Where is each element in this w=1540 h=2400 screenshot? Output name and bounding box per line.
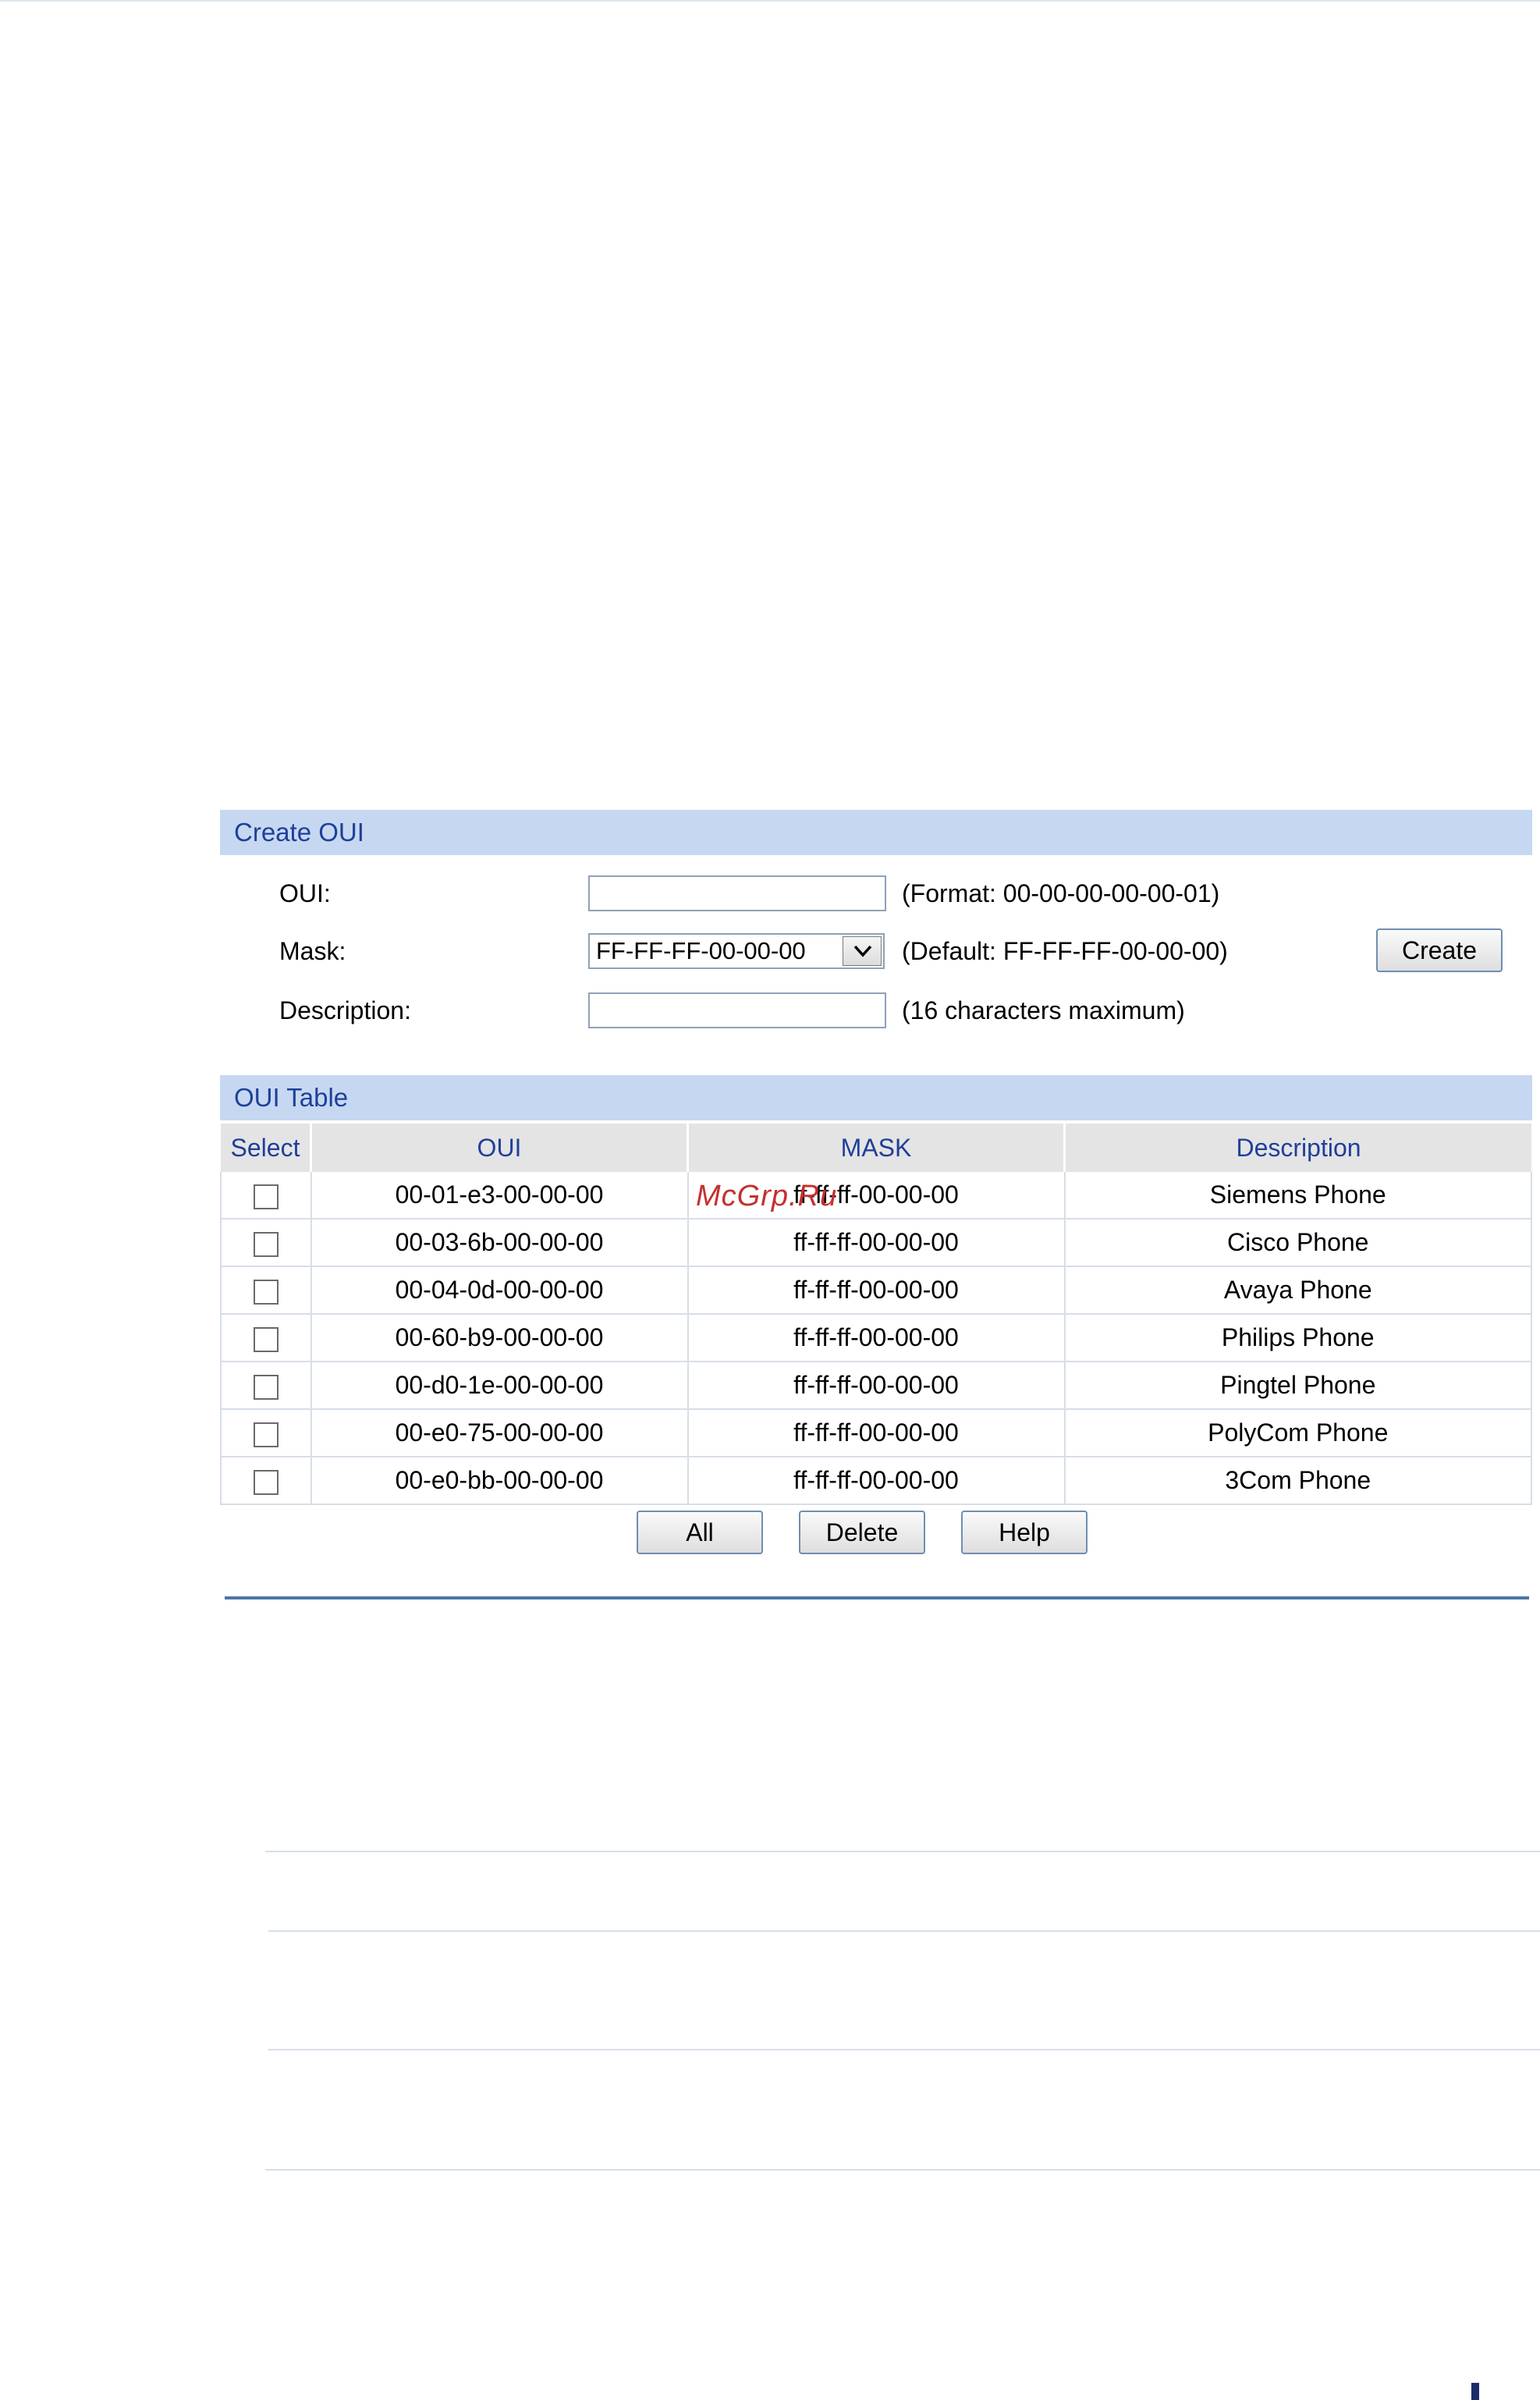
help-button[interactable]: Help — [961, 1511, 1088, 1554]
oui-cell: 00-e0-bb-00-00-00 — [310, 1457, 688, 1505]
description-cell: Siemens Phone — [1063, 1172, 1532, 1220]
checkbox-icon[interactable] — [253, 1279, 279, 1305]
oui-format-hint: (Format: 00-00-00-00-00-01) — [902, 879, 1220, 907]
table-header-row: Select OUI MASK Description — [221, 1124, 1531, 1172]
create-button[interactable]: Create — [1376, 928, 1503, 972]
checkbox-icon[interactable] — [253, 1374, 279, 1400]
mask-default-hint: (Default: FF-FF-FF-00-00-00) — [902, 937, 1228, 965]
document-rule — [268, 2049, 1540, 2050]
description-length-hint: (16 characters maximum) — [902, 996, 1185, 1024]
description-cell: PolyCom Phone — [1063, 1409, 1532, 1457]
mask-cell: ff-ff-ff-00-00-00 — [687, 1362, 1065, 1410]
watermark-text: McGrp.Ru — [696, 1180, 838, 1212]
page-corner-mark — [1471, 2383, 1479, 2400]
select-cell — [220, 1172, 311, 1220]
mask-cell: ff-ff-ff-00-00-00 — [687, 1457, 1065, 1505]
oui-table: Select OUI MASK Description 00-01-e3-00-… — [220, 1124, 1532, 1505]
mask-cell: ff-ff-ff-00-00-00 — [687, 1314, 1065, 1362]
select-cell — [220, 1266, 311, 1315]
column-header-description: Description — [1063, 1124, 1531, 1172]
table-row: 00-e0-bb-00-00-00 ff-ff-ff-00-00-00 3Com… — [220, 1457, 1532, 1505]
section-divider — [225, 1596, 1529, 1599]
table-row: 00-04-0d-00-00-00 ff-ff-ff-00-00-00 Avay… — [220, 1266, 1532, 1315]
oui-cell: 00-d0-1e-00-00-00 — [310, 1362, 688, 1410]
mask-select[interactable]: FF-FF-FF-00-00-00 — [588, 933, 885, 969]
mask-dropdown-button[interactable] — [843, 936, 882, 966]
oui-cell: 00-e0-75-00-00-00 — [310, 1409, 688, 1457]
checkbox-icon[interactable] — [253, 1184, 279, 1209]
description-cell: Avaya Phone — [1063, 1266, 1532, 1315]
column-header-select: Select — [221, 1124, 311, 1172]
description-cell: 3Com Phone — [1063, 1457, 1532, 1505]
table-row: 00-03-6b-00-00-00 ff-ff-ff-00-00-00 Cisc… — [220, 1219, 1532, 1267]
oui-label: OUI: — [279, 879, 331, 907]
oui-cell: 00-60-b9-00-00-00 — [310, 1314, 688, 1362]
select-all-button[interactable]: All — [637, 1511, 763, 1554]
table-row: 00-e0-75-00-00-00 ff-ff-ff-00-00-00 Poly… — [220, 1409, 1532, 1457]
mask-cell: ff-ff-ff-00-00-00 — [687, 1409, 1065, 1457]
checkbox-icon[interactable] — [253, 1326, 279, 1352]
description-input[interactable] — [588, 992, 886, 1028]
oui-table-title: OUI Table — [234, 1083, 349, 1112]
oui-input[interactable] — [588, 875, 886, 911]
mask-label: Mask: — [279, 937, 346, 965]
mask-cell: ff-ff-ff-00-00-00 — [687, 1266, 1065, 1315]
column-header-mask: MASK — [687, 1124, 1065, 1172]
description-label: Description: — [279, 996, 411, 1024]
oui-cell: 00-01-e3-00-00-00 — [310, 1172, 688, 1220]
oui-cell: 00-04-0d-00-00-00 — [310, 1266, 688, 1315]
top-rule — [0, 0, 1540, 2]
description-cell: Cisco Phone — [1063, 1219, 1532, 1267]
document-rule — [265, 2169, 1540, 2171]
checkbox-icon[interactable] — [253, 1469, 279, 1495]
document-rule — [265, 1851, 1540, 1852]
table-row: 00-60-b9-00-00-00 ff-ff-ff-00-00-00 Phil… — [220, 1314, 1532, 1362]
select-cell — [220, 1457, 311, 1505]
column-header-oui: OUI — [310, 1124, 688, 1172]
create-oui-header: Create OUI — [220, 810, 1532, 855]
checkbox-icon[interactable] — [253, 1231, 279, 1257]
description-cell: Philips Phone — [1063, 1314, 1532, 1362]
chevron-down-icon — [853, 945, 872, 957]
select-cell — [220, 1219, 311, 1267]
table-row: 00-d0-1e-00-00-00 ff-ff-ff-00-00-00 Ping… — [220, 1362, 1532, 1410]
select-cell — [220, 1362, 311, 1410]
oui-table-header: OUI Table — [220, 1075, 1532, 1120]
table-row: 00-01-e3-00-00-00 ff-ff-ff-00-00-00 Siem… — [220, 1172, 1532, 1220]
mask-selected-value: FF-FF-FF-00-00-00 — [596, 937, 806, 964]
create-oui-title: Create OUI — [234, 818, 364, 847]
checkbox-icon[interactable] — [253, 1422, 279, 1447]
delete-button[interactable]: Delete — [799, 1511, 925, 1554]
select-cell — [220, 1409, 311, 1457]
document-rule — [268, 1930, 1540, 1932]
mask-cell: ff-ff-ff-00-00-00 — [687, 1219, 1065, 1267]
select-cell — [220, 1314, 311, 1362]
oui-cell: 00-03-6b-00-00-00 — [310, 1219, 688, 1267]
description-cell: Pingtel Phone — [1063, 1362, 1532, 1410]
